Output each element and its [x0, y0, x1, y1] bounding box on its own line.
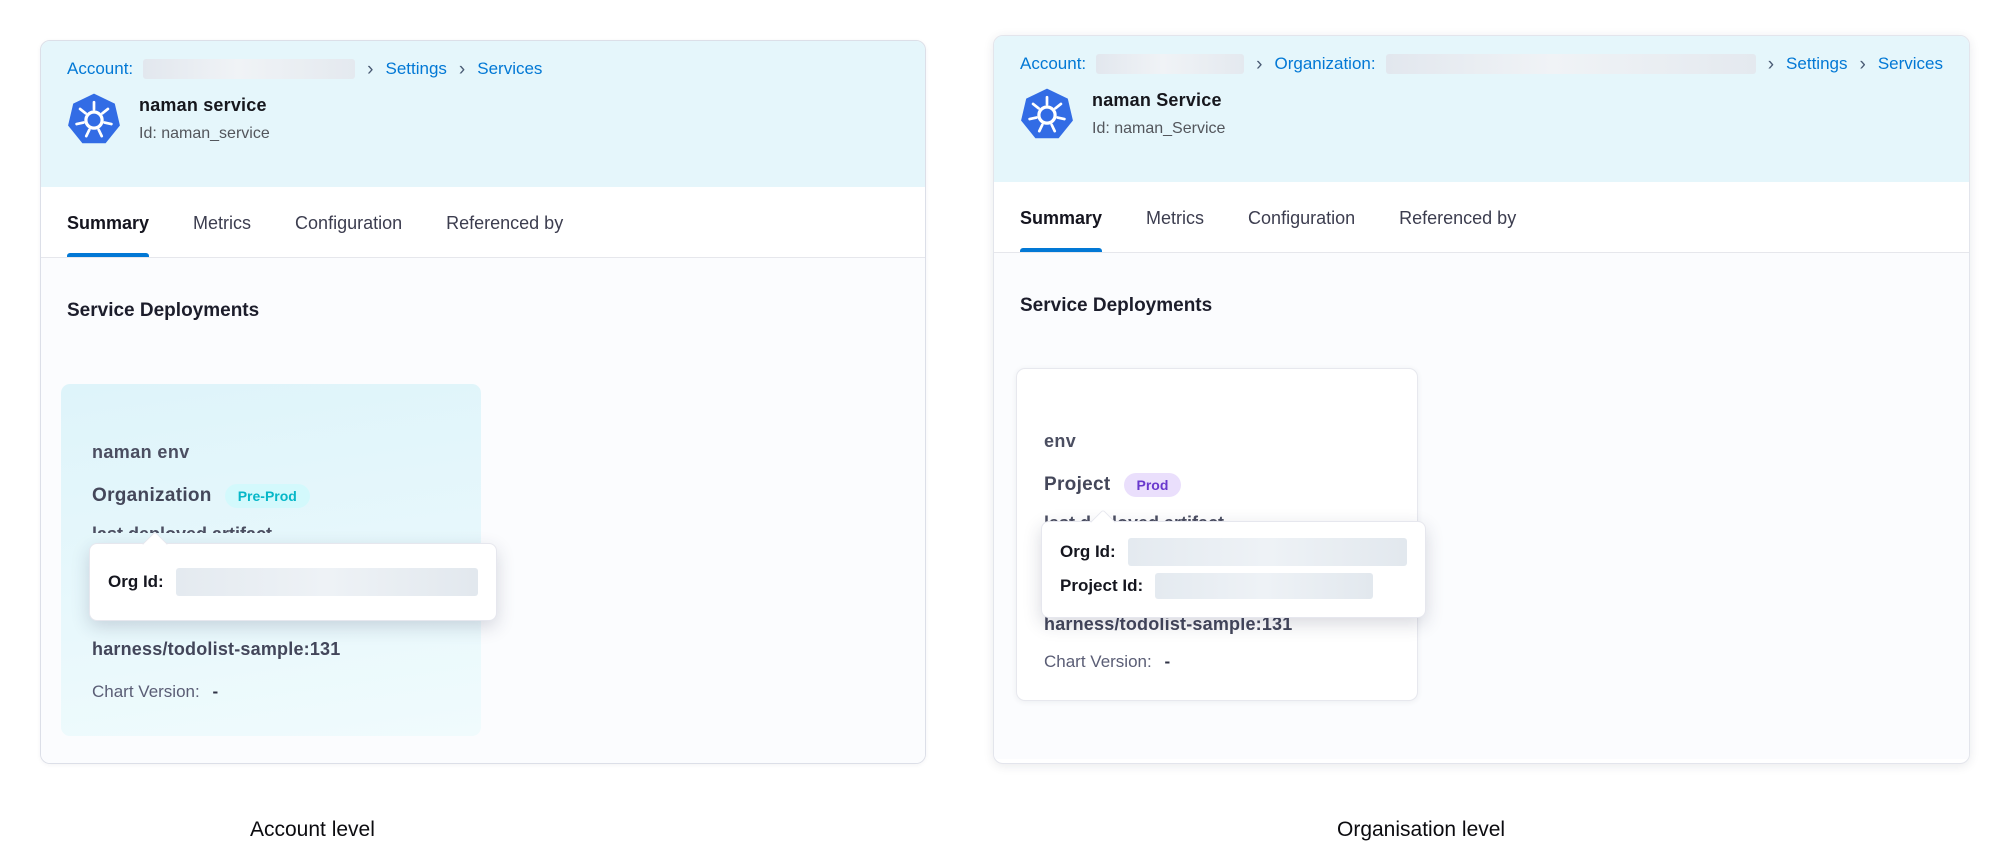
chart-version: Chart Version: -	[1044, 652, 1170, 672]
occluded-text-line: last deployed artifact	[92, 524, 450, 533]
service-header: Account: › Settings › Services	[41, 41, 925, 187]
caption-organisation-level: Organisation level	[1337, 818, 1505, 842]
org-id-label: Org Id:	[108, 572, 164, 592]
breadcrumb-services[interactable]: Services	[477, 59, 542, 79]
chevron-right-icon: ›	[457, 60, 467, 79]
kubernetes-icon	[67, 92, 121, 146]
breadcrumb-account[interactable]: Account:	[67, 59, 133, 79]
organisation-level-panel: Account: › Organization: › Settings › Se…	[993, 35, 1970, 764]
breadcrumb-settings[interactable]: Settings	[385, 59, 446, 79]
tab-bar: Summary Metrics Configuration Referenced…	[41, 187, 925, 258]
chevron-right-icon: ›	[1857, 55, 1867, 74]
chart-version-label: Chart Version:	[92, 682, 200, 701]
kubernetes-icon	[1020, 87, 1074, 141]
service-id: Id: naman_Service	[1092, 120, 1225, 138]
redacted-organization-name	[1386, 54, 1756, 74]
scope-label: Project	[1044, 474, 1111, 496]
chevron-right-icon: ›	[1254, 55, 1264, 74]
tab-metrics[interactable]: Metrics	[193, 187, 251, 257]
tab-summary[interactable]: Summary	[1020, 182, 1102, 252]
redacted-org-id-value	[176, 568, 478, 596]
environment-name: naman env	[92, 384, 450, 463]
artifact-name: harness/todolist-sample:131	[92, 639, 340, 660]
service-identity: naman service Id: naman_service	[67, 92, 899, 146]
summary-tab-content: Service Deployments env Project Prod las…	[994, 253, 1969, 759]
tab-summary[interactable]: Summary	[67, 187, 149, 257]
environment-name: env	[1044, 369, 1390, 452]
redacted-org-id-value	[1128, 538, 1407, 566]
breadcrumb: Account: › Organization: › Settings › Se…	[1020, 54, 1943, 74]
scope-row: Organization Pre-Prod	[92, 484, 450, 508]
tab-configuration[interactable]: Configuration	[295, 187, 402, 257]
org-id-label: Org Id:	[1060, 542, 1116, 562]
scope-row: Project Prod	[1044, 473, 1390, 497]
breadcrumb-organization[interactable]: Organization:	[1274, 54, 1375, 74]
scope-id-tooltip: Org Id:	[89, 543, 497, 621]
env-type-badge: Pre-Prod	[225, 484, 310, 508]
summary-tab-content: Service Deployments naman env Organizati…	[41, 258, 925, 764]
service-name: naman Service	[1092, 90, 1225, 111]
chart-version-label: Chart Version:	[1044, 652, 1152, 671]
chart-version-value: -	[212, 682, 218, 701]
tab-bar: Summary Metrics Configuration Referenced…	[994, 182, 1969, 253]
breadcrumb-settings[interactable]: Settings	[1786, 54, 1847, 74]
chart-version-value: -	[1164, 652, 1170, 671]
tab-metrics[interactable]: Metrics	[1146, 182, 1204, 252]
section-title: Service Deployments	[1020, 253, 1943, 317]
service-identity-text: naman Service Id: naman_Service	[1092, 90, 1225, 138]
tab-referenced-by[interactable]: Referenced by	[446, 187, 563, 257]
redacted-project-id-value	[1155, 573, 1373, 599]
account-level-panel: Account: › Settings › Services	[40, 40, 926, 764]
tooltip-row: Org Id:	[1060, 538, 1407, 566]
redacted-account-name	[1096, 54, 1244, 74]
project-id-label: Project Id:	[1060, 576, 1143, 596]
tab-configuration[interactable]: Configuration	[1248, 182, 1355, 252]
service-id: Id: naman_service	[139, 125, 270, 143]
env-type-badge: Prod	[1124, 473, 1182, 497]
tooltip-row: Project Id:	[1060, 573, 1407, 599]
tooltip-row: Org Id:	[108, 568, 478, 596]
chart-version: Chart Version: -	[92, 682, 218, 702]
redacted-account-name	[143, 59, 355, 79]
service-identity: naman Service Id: naman_Service	[1020, 87, 1943, 141]
section-title: Service Deployments	[67, 258, 899, 322]
scope-id-tooltip: Org Id: Project Id:	[1041, 521, 1426, 618]
chevron-right-icon: ›	[365, 60, 375, 79]
service-header: Account: › Organization: › Settings › Se…	[994, 36, 1969, 182]
breadcrumb: Account: › Settings › Services	[67, 59, 899, 79]
caption-account-level: Account level	[250, 818, 375, 842]
chevron-right-icon: ›	[1766, 55, 1776, 74]
scope-label: Organization	[92, 485, 212, 507]
breadcrumb-services[interactable]: Services	[1878, 54, 1943, 74]
breadcrumb-account[interactable]: Account:	[1020, 54, 1086, 74]
tab-referenced-by[interactable]: Referenced by	[1399, 182, 1516, 252]
service-identity-text: naman service Id: naman_service	[139, 95, 270, 143]
service-name: naman service	[139, 95, 270, 116]
